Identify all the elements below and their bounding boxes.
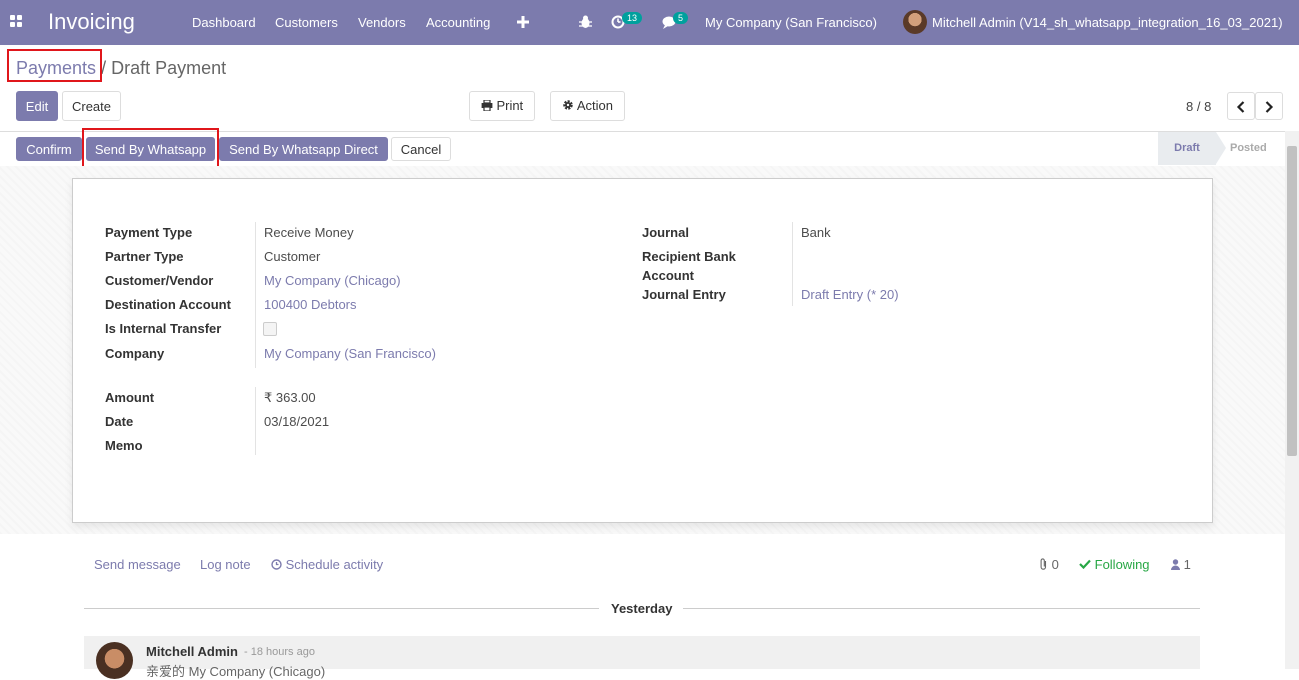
- field-partner-type: Customer: [264, 249, 321, 264]
- schedule-activity-label: Schedule activity: [285, 557, 384, 572]
- menu-customers[interactable]: Customers: [275, 15, 338, 30]
- message-body: 亲爱的 My Company (Chicago): [146, 664, 326, 679]
- amount-group-separator: [255, 387, 256, 455]
- create-button[interactable]: Create: [62, 91, 121, 121]
- action-button[interactable]: Action: [550, 91, 625, 121]
- user-avatar[interactable]: [903, 10, 927, 34]
- followers-button[interactable]: 1: [1171, 557, 1191, 572]
- company-switcher[interactable]: My Company (San Francisco): [705, 15, 877, 30]
- plus-icon[interactable]: [517, 16, 529, 28]
- message-timestamp: - 18 hours ago: [244, 646, 315, 658]
- scrollbar-thumb[interactable]: [1287, 146, 1297, 456]
- label-journal: Journal: [642, 225, 689, 240]
- following-label: Following: [1094, 557, 1150, 572]
- apps-menu-icon[interactable]: [10, 15, 24, 29]
- attachments-count: 0: [1051, 557, 1059, 572]
- paperclip-icon: [1040, 558, 1047, 570]
- user-menu[interactable]: Mitchell Admin (V14_sh_whatsapp_integrat…: [932, 15, 1283, 30]
- cancel-button[interactable]: Cancel: [391, 137, 451, 161]
- bug-icon[interactable]: [579, 15, 592, 29]
- label-amount: Amount: [105, 390, 155, 405]
- label-internal-transfer: Is Internal Transfer: [105, 321, 222, 336]
- clock-icon: [271, 559, 282, 570]
- followers-count: 1: [1183, 557, 1191, 572]
- day-separator-label: Yesterday: [611, 601, 673, 616]
- pager-previous-button[interactable]: [1227, 92, 1255, 120]
- label-company: Company: [105, 346, 165, 361]
- left-group-separator: [255, 222, 256, 368]
- label-date: Date: [105, 414, 134, 429]
- message-author-avatar[interactable]: [96, 642, 133, 679]
- menu-accounting[interactable]: Accounting: [426, 15, 490, 30]
- print-button[interactable]: Print: [469, 91, 535, 121]
- internal-transfer-checkbox[interactable]: [263, 322, 277, 336]
- gear-icon: [563, 100, 573, 110]
- field-journal-entry[interactable]: Draft Entry (* 20): [801, 287, 899, 302]
- chevron-left-icon: [1236, 101, 1245, 113]
- label-payment-type: Payment Type: [105, 225, 193, 240]
- print-label: Print: [496, 98, 524, 113]
- attachments-button[interactable]: 0: [1039, 557, 1059, 572]
- stage-posted[interactable]: Posted: [1230, 132, 1267, 165]
- edit-button[interactable]: Edit: [16, 91, 58, 121]
- label-recipient-bank: Recipient Bank: [642, 249, 736, 264]
- field-company[interactable]: My Company (San Francisco): [264, 346, 436, 361]
- print-icon: [481, 99, 493, 112]
- message-author[interactable]: Mitchell Admin: [146, 644, 238, 659]
- action-label: Action: [576, 98, 614, 113]
- highlight-box-payments: [7, 49, 102, 82]
- check-icon: [1079, 559, 1091, 570]
- following-button[interactable]: Following: [1079, 557, 1150, 572]
- label-destination-account: Destination Account: [105, 297, 231, 312]
- app-name[interactable]: Invoicing: [48, 9, 135, 35]
- label-customer-vendor: Customer/Vendor: [105, 273, 214, 288]
- confirm-button[interactable]: Confirm: [16, 137, 82, 161]
- field-destination-account[interactable]: 100400 Debtors: [264, 297, 357, 312]
- send-message-button[interactable]: Send message: [94, 557, 181, 572]
- message-count-badge: 5: [673, 12, 689, 24]
- pager-value[interactable]: 8 / 8: [1186, 99, 1211, 114]
- label-journal-entry: Journal Entry: [642, 287, 726, 302]
- send-by-whatsapp-direct-button[interactable]: Send By Whatsapp Direct: [219, 137, 388, 161]
- field-journal: Bank: [801, 225, 831, 240]
- schedule-activity-button[interactable]: Schedule activity: [271, 557, 383, 572]
- day-separator-left: [84, 608, 599, 609]
- menu-vendors[interactable]: Vendors: [358, 15, 406, 30]
- label-partner-type: Partner Type: [105, 249, 184, 264]
- chevron-right-icon: [1265, 101, 1274, 113]
- pager-next-button[interactable]: [1255, 92, 1283, 120]
- field-customer-vendor[interactable]: My Company (Chicago): [264, 273, 401, 288]
- field-amount: ₹ 363.00: [264, 390, 316, 405]
- log-note-button[interactable]: Log note: [200, 557, 251, 572]
- user-icon: [1171, 559, 1180, 570]
- menu-dashboard[interactable]: Dashboard: [192, 15, 256, 30]
- stage-arrow: [1216, 132, 1226, 164]
- field-payment-type: Receive Money: [264, 225, 354, 240]
- activity-count-badge: 13: [622, 12, 643, 24]
- highlight-box-whatsapp: [82, 128, 219, 171]
- top-navbar: Invoicing Dashboard Customers Vendors Ac…: [0, 0, 1299, 45]
- day-separator-right: [683, 608, 1200, 609]
- stage-draft[interactable]: Draft: [1158, 132, 1216, 165]
- field-date: 03/18/2021: [264, 414, 330, 429]
- page-title: Draft Payment: [111, 58, 227, 78]
- label-recipient-bank-account: Account: [642, 268, 694, 283]
- right-group-separator: [792, 222, 793, 306]
- label-memo: Memo: [105, 438, 143, 453]
